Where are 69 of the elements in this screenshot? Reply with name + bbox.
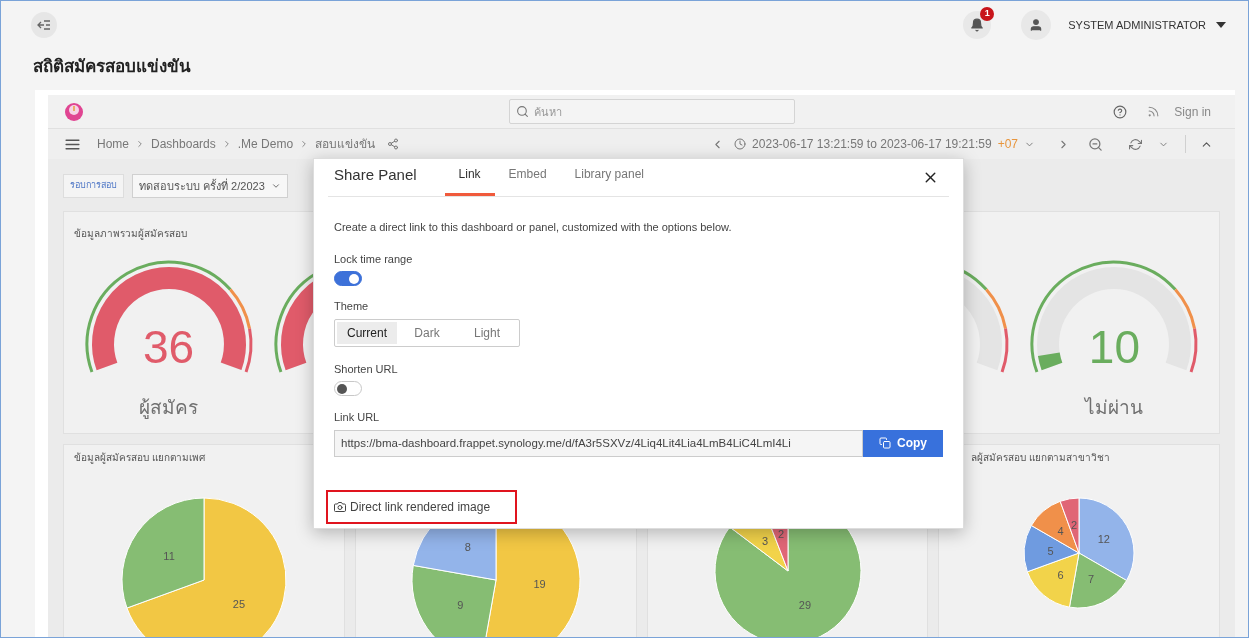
notification-badge: 1 (980, 7, 995, 21)
help-icon[interactable] (1113, 104, 1128, 119)
slice-label: 2 (1071, 518, 1078, 531)
slice-label: 11 (163, 549, 175, 562)
slice-label: 9 (456, 599, 464, 612)
theme-option[interactable]: Dark (397, 321, 457, 344)
logo-icon[interactable] (64, 101, 84, 122)
rss-icon[interactable] (1147, 105, 1161, 118)
breadcrumb-link[interactable]: Home (97, 135, 129, 153)
rendered-image-link[interactable]: Direct link rendered image (334, 497, 491, 516)
panel-title: ลผู้สมัครสอบ แยกตามสาขาวิชา (971, 452, 1111, 463)
copy-button[interactable]: Copy (863, 429, 943, 457)
slice-label: 5 (1047, 544, 1054, 557)
dialog-title: Share Panel (334, 164, 417, 185)
gauge-value: 36 (143, 324, 195, 370)
clock-icon (734, 138, 747, 150)
panel-title: ข้อมูลผู้สมัครสอบ แยกตามเพศ (74, 452, 205, 463)
time-range-picker[interactable]: 2023-06-17 13:21:59 to 2023-06-17 19:21:59 +07 (734, 135, 1035, 153)
dialog-tab[interactable]: Library panel (560, 165, 658, 196)
slice-label: 25 (232, 598, 246, 611)
theme-option[interactable]: Light (457, 321, 517, 344)
timezone-text: +07 (997, 136, 1018, 153)
camera-icon (334, 500, 346, 513)
caret-icon[interactable] (1216, 22, 1226, 28)
slice-label: 12 (1097, 532, 1111, 545)
slice-label: 7 (1088, 572, 1095, 585)
user-name[interactable]: SYSTEM ADMINISTRATOR (1068, 16, 1206, 34)
slice-label: 2 (777, 527, 784, 540)
share-icon[interactable] (387, 138, 400, 150)
panel-title: ข้อมูลภาพรวมผู้สมัครสอบ (74, 228, 187, 239)
field-label: Shorten URL (334, 361, 399, 377)
breadcrumb-link[interactable]: สอบแข่งขัน (315, 135, 376, 153)
toggle-switch[interactable] (334, 271, 362, 286)
gauge-label: ผู้สมัคร (139, 396, 199, 421)
variable-dropdown[interactable]: ทดสอบระบบ ครั้งที่ 2/2023 (132, 174, 288, 198)
field-label: Theme (334, 299, 370, 314)
time-range-text: 2023-06-17 13:21:59 to 2023-06-17 19:21:59 (752, 136, 992, 153)
page-title: สถิติสมัครสอบแข่งขัน (33, 56, 191, 79)
variable-label: รอบการสอบ (63, 174, 124, 198)
field-label: Lock time range (334, 251, 414, 267)
field-label: Link URL (334, 410, 381, 425)
slice-label: 8 (464, 540, 471, 553)
search-icon (516, 105, 529, 118)
slice-label: 3 (761, 534, 768, 547)
zoom-out-icon[interactable] (1088, 136, 1103, 152)
breadcrumb-link[interactable]: .Me Demo (237, 135, 294, 153)
user-icon (1029, 18, 1044, 32)
copy-icon (879, 437, 891, 449)
slice-label: 29 (798, 599, 811, 611)
dialog-description: Create a direct link to this dashboard or panel, customized with the options below. (334, 220, 733, 235)
url-field[interactable]: https://bma-dashboard.frappet.synology.me/d/fA3r5SXVz/4Liq4Lit4Lia4LmB4LiC4LmI4Li (334, 429, 863, 457)
chevron-down-icon (270, 181, 281, 191)
search-field[interactable]: ค้นหา (509, 99, 795, 124)
arrow-lines-icon (37, 19, 51, 31)
slice-label: 19 (533, 577, 546, 590)
sign-in-link[interactable]: Sign in (1174, 102, 1211, 121)
breadcrumb-link[interactable]: Dashboards (151, 135, 216, 153)
refresh-icon[interactable] (1129, 137, 1142, 151)
toggle-switch[interactable] (334, 381, 362, 396)
gauge-value: 10 (1088, 324, 1140, 370)
theme-option[interactable]: Current (337, 321, 397, 344)
dialog-tab[interactable]: Link (444, 165, 495, 196)
chevron-right-icon (135, 139, 145, 149)
slice-label: 6 (1057, 568, 1064, 581)
bell-icon (970, 18, 985, 32)
dialog-tab[interactable]: Embed (494, 165, 561, 196)
slice-label: 4 (1057, 525, 1064, 538)
collapse-sidebar-button[interactable] (31, 12, 57, 38)
gauge-label: ไม่ผ่าน (1085, 396, 1144, 420)
